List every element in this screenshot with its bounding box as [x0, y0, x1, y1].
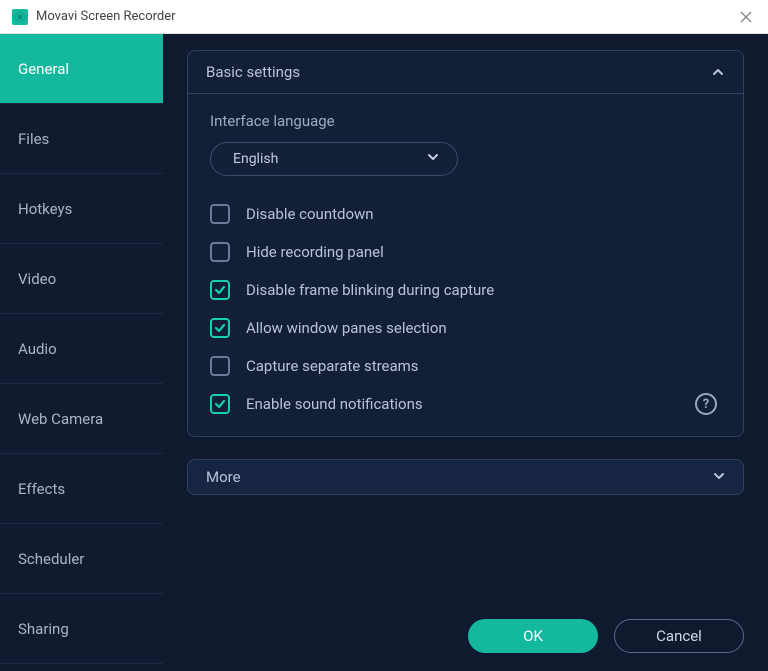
option-label: Enable sound notifications [246, 395, 423, 413]
button-label: OK [523, 627, 543, 645]
titlebar-left: Movavi Screen Recorder [12, 9, 176, 25]
sidebar-item-general[interactable]: General [0, 34, 163, 104]
chevron-down-icon [427, 151, 439, 167]
checkbox-icon [210, 356, 230, 376]
sidebar: General Files Hotkeys Video Audio Web Ca… [0, 34, 163, 671]
sidebar-item-label: Audio [18, 340, 57, 358]
footer: OK Cancel [468, 619, 744, 653]
checkbox-icon [210, 318, 230, 338]
basic-settings-panel: Basic settings Interface language Englis… [187, 50, 744, 437]
option-label: Disable countdown [246, 205, 374, 223]
sidebar-item-scheduler[interactable]: Scheduler [0, 524, 163, 594]
language-label: Interface language [210, 112, 721, 130]
panel-title: Basic settings [206, 63, 300, 81]
option-allow-window-panes[interactable]: Allow window panes selection [210, 318, 721, 338]
checkbox-icon [210, 242, 230, 262]
option-enable-sound-notifications[interactable]: Enable sound notifications [210, 394, 721, 414]
language-select[interactable]: English [210, 142, 458, 176]
option-capture-separate-streams[interactable]: Capture separate streams [210, 356, 721, 376]
close-button[interactable] [736, 7, 756, 27]
sidebar-item-label: Scheduler [18, 550, 84, 568]
sidebar-item-files[interactable]: Files [0, 104, 163, 174]
chevron-down-icon [713, 468, 725, 486]
sidebar-item-label: Hotkeys [18, 200, 72, 218]
sidebar-item-label: Effects [18, 480, 65, 498]
chevron-up-icon [711, 65, 725, 79]
option-label: Capture separate streams [246, 357, 419, 375]
sidebar-item-web-camera[interactable]: Web Camera [0, 384, 163, 454]
sidebar-item-label: Files [18, 130, 49, 148]
sidebar-item-sharing[interactable]: Sharing [0, 594, 163, 664]
checkbox-icon [210, 280, 230, 300]
checkbox-icon [210, 204, 230, 224]
option-disable-countdown[interactable]: Disable countdown [210, 204, 721, 224]
option-label: Hide recording panel [246, 243, 384, 261]
panel-body: Interface language English Disable count… [188, 94, 743, 436]
titlebar: Movavi Screen Recorder [0, 0, 768, 34]
close-icon [740, 11, 752, 23]
basic-settings-header[interactable]: Basic settings [188, 51, 743, 94]
sidebar-item-video[interactable]: Video [0, 244, 163, 314]
language-value: English [233, 151, 278, 167]
option-disable-frame-blinking[interactable]: Disable frame blinking during capture [210, 280, 721, 300]
options-group: Disable countdown Hide recording panel D… [210, 204, 721, 414]
checkbox-icon [210, 394, 230, 414]
app-icon [12, 9, 28, 25]
sidebar-item-label: Web Camera [18, 410, 103, 428]
option-hide-recording-panel[interactable]: Hide recording panel [210, 242, 721, 262]
window-title: Movavi Screen Recorder [36, 9, 176, 24]
sidebar-item-effects[interactable]: Effects [0, 454, 163, 524]
sidebar-item-label: Video [18, 270, 56, 288]
sidebar-item-label: General [18, 60, 69, 78]
option-label: Allow window panes selection [246, 319, 447, 337]
sidebar-item-hotkeys[interactable]: Hotkeys [0, 174, 163, 244]
sidebar-item-audio[interactable]: Audio [0, 314, 163, 384]
more-label: More [206, 468, 241, 486]
sidebar-item-label: Sharing [18, 620, 69, 638]
help-icon: ? [703, 397, 709, 412]
button-label: Cancel [656, 627, 702, 645]
cancel-button[interactable]: Cancel [614, 619, 744, 653]
app-body: General Files Hotkeys Video Audio Web Ca… [0, 34, 768, 671]
more-panel-header[interactable]: More [187, 459, 744, 495]
option-label: Disable frame blinking during capture [246, 281, 494, 299]
ok-button[interactable]: OK [468, 619, 598, 653]
help-button[interactable]: ? [695, 393, 717, 415]
main-content: Basic settings Interface language Englis… [163, 34, 768, 671]
